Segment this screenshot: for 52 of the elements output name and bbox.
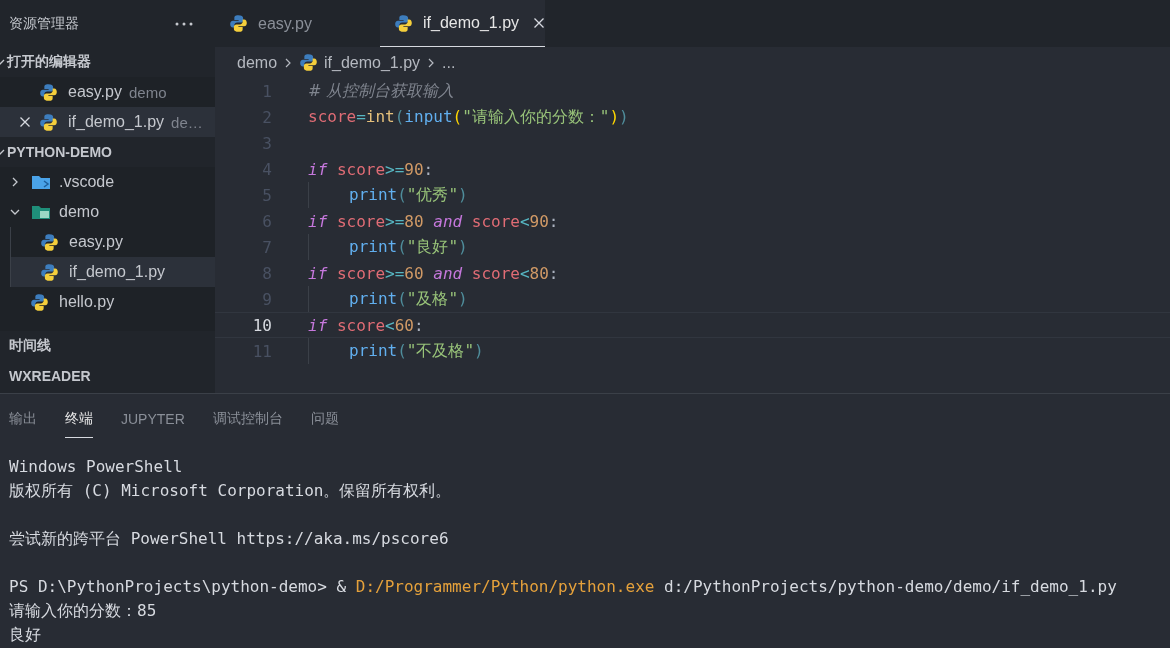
open-editor-item[interactable]: easy.py demo bbox=[0, 77, 215, 107]
breadcrumb-item[interactable]: demo bbox=[237, 53, 278, 72]
panel-tab[interactable]: 调试控制台 bbox=[212, 397, 283, 438]
code-line: if score>=90: bbox=[308, 159, 434, 179]
sidebar-title: 资源管理器 bbox=[9, 14, 79, 33]
file-tree-item[interactable]: demo bbox=[0, 197, 215, 227]
code-line: print("不及格") bbox=[349, 340, 484, 362]
terminal-line: 请输入你的分数：85 bbox=[9, 601, 157, 620]
panel-tab[interactable]: 问题 bbox=[310, 397, 339, 438]
section-header[interactable]: 时间线 bbox=[9, 337, 51, 355]
file-tree-item[interactable]: .vscode bbox=[0, 167, 215, 197]
folder-icon bbox=[31, 174, 51, 190]
section-header[interactable]: PYTHON-DEMO bbox=[7, 144, 112, 160]
breadcrumb-item[interactable]: ... bbox=[442, 53, 456, 72]
section-header[interactable]: 打开的编辑器 bbox=[7, 53, 91, 71]
python-icon bbox=[299, 53, 319, 72]
python-icon bbox=[30, 292, 49, 312]
terminal-line: 版权所有 (C) Microsoft Corporation。保留所有权利。 bbox=[9, 481, 452, 500]
breadcrumb-item[interactable]: if_demo_1.py bbox=[324, 53, 421, 72]
panel-tab[interactable]: 输出 bbox=[9, 397, 37, 438]
more-icon[interactable] bbox=[175, 21, 193, 26]
editor-tab[interactable]: easy.py bbox=[215, 0, 380, 47]
python-icon bbox=[39, 82, 58, 102]
python-icon bbox=[40, 262, 59, 282]
code-line: if score<60: bbox=[308, 315, 424, 335]
code-line: score=int(input("请输入你的分数：")) bbox=[308, 106, 629, 128]
section-header[interactable]: WXREADER bbox=[9, 368, 91, 384]
editor-tab[interactable]: if_demo_1.py bbox=[380, 0, 545, 47]
terminal-line: Windows PowerShell bbox=[9, 457, 183, 476]
close-icon[interactable] bbox=[19, 116, 31, 128]
code-line: print("良好") bbox=[349, 236, 468, 258]
line-number: 10 bbox=[251, 315, 272, 335]
open-editor-item[interactable]: if_demo_1.py de… bbox=[0, 107, 215, 137]
python-icon bbox=[394, 13, 413, 33]
panel-tab[interactable]: 终端 bbox=[65, 397, 93, 438]
python-icon bbox=[40, 232, 59, 252]
code-line: if score>=60 and score<80: bbox=[308, 263, 559, 283]
code-line: if score>=80 and score<90: bbox=[308, 211, 559, 231]
panel-tab[interactable]: JUPYTER bbox=[121, 398, 185, 437]
python-icon bbox=[39, 112, 58, 132]
python-icon bbox=[229, 14, 248, 33]
file-tree-item[interactable]: easy.py bbox=[11, 227, 215, 257]
code-line: print("及格") bbox=[349, 288, 468, 310]
terminal-line: 尝试新的跨平台 PowerShell https://aka.ms/pscore6 bbox=[9, 529, 449, 548]
terminal-line: PS D:\PythonProjects\python-demo> & D:/Programmer/Python/python.exe d:/PythonProjects/python-demo/demo/if_demo_1.py bbox=[9, 577, 1117, 596]
file-tree-item[interactable]: hello.py bbox=[0, 287, 215, 317]
folder-icon bbox=[31, 204, 51, 220]
terminal-line: 良好 bbox=[9, 625, 41, 644]
code-line: print("优秀") bbox=[349, 184, 468, 206]
close-icon[interactable] bbox=[533, 17, 546, 29]
code-line: # 从控制台获取输入 bbox=[308, 80, 455, 102]
file-tree-item[interactable]: if_demo_1.py bbox=[11, 257, 215, 287]
